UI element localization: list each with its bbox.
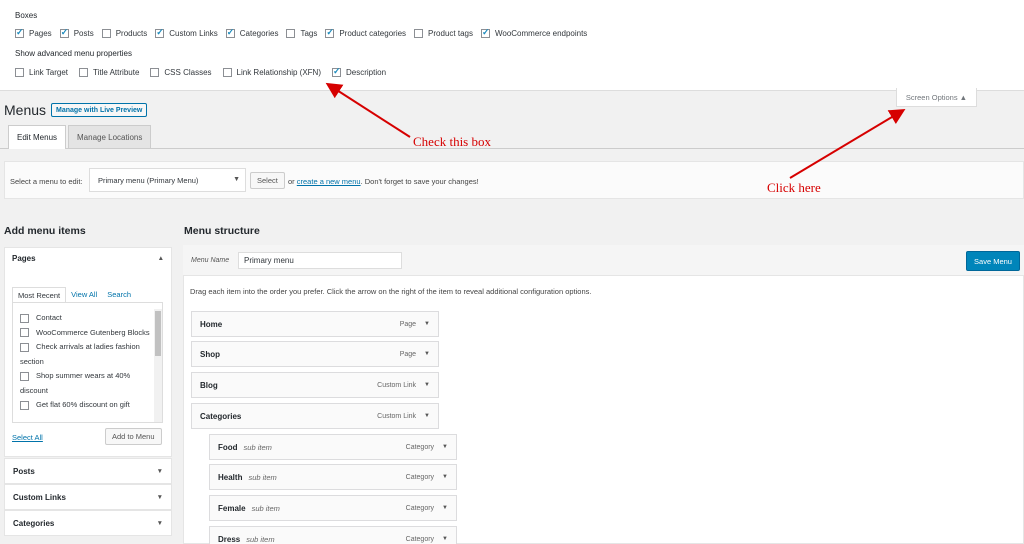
instructions-text: Drag each item into the order you prefer… [190, 287, 592, 296]
caret-down-icon[interactable]: ▼ [424, 413, 430, 419]
menu-structure-heading: Menu structure [184, 225, 260, 237]
caret-down-icon[interactable]: ▼ [442, 444, 448, 450]
caret-down-icon[interactable]: ▼ [442, 536, 448, 542]
posts-accordion[interactable]: Posts ▼ [4, 458, 172, 484]
caret-down-icon[interactable]: ▼ [442, 474, 448, 480]
caret-down-icon[interactable]: ▼ [424, 321, 430, 327]
scrollbar-thumb[interactable] [155, 311, 161, 356]
checkbox[interactable] [20, 400, 29, 410]
caret-down-icon[interactable]: ▼ [424, 382, 430, 388]
caret-down-icon[interactable]: ▼ [442, 505, 448, 511]
menu-item-dress[interactable]: Dress sub item Category ▼ [209, 526, 457, 544]
caret-down-icon: ▼ [156, 493, 163, 501]
save-menu-button[interactable]: Save Menu [966, 251, 1020, 271]
add-menu-items-heading: Add menu items [4, 225, 86, 237]
menu-item-home[interactable]: Home Page ▼ [191, 311, 439, 337]
list-item[interactable]: Get flat 60% discount on gift [13, 398, 153, 413]
caret-down-icon[interactable]: ▼ [424, 351, 430, 357]
menu-item-categories[interactable]: Categories Custom Link ▼ [191, 403, 439, 429]
list-item[interactable]: WooCommerce Gutenberg Blocks [13, 326, 153, 341]
pages-list: Contact WooCommerce Gutenberg Blocks Che… [12, 302, 163, 423]
menu-name-input[interactable]: Primary menu [238, 252, 402, 269]
list-item[interactable]: Check arrivals at ladies fashion section [13, 340, 153, 369]
custom-links-accordion[interactable]: Custom Links ▼ [4, 484, 172, 510]
annotation-check-box: Check this box [413, 134, 491, 149]
list-item[interactable]: Shop summer wears at 40% discount [13, 369, 153, 398]
checkbox[interactable] [20, 371, 29, 381]
select-all-link[interactable]: Select All [12, 433, 43, 442]
pages-accordion-header[interactable]: Pages ▲ [4, 248, 172, 268]
menu-item-health[interactable]: Health sub item Category ▼ [209, 464, 457, 490]
checkbox[interactable] [20, 342, 29, 352]
checkbox[interactable] [20, 313, 29, 323]
caret-down-icon: ▼ [156, 467, 163, 475]
caret-down-icon: ▼ [156, 519, 163, 527]
caret-up-icon: ▲ [157, 254, 164, 262]
menu-item-female[interactable]: Female sub item Category ▼ [209, 495, 457, 521]
arrow-to-description [325, 82, 411, 138]
menu-name-label: Menu Name [191, 257, 230, 264]
menu-item-food[interactable]: Food sub item Category ▼ [209, 434, 457, 460]
menu-item-blog[interactable]: Blog Custom Link ▼ [191, 372, 439, 398]
categories-accordion[interactable]: Categories ▼ [4, 510, 172, 536]
list-item[interactable]: Contact [13, 311, 153, 326]
checkbox[interactable] [20, 328, 29, 338]
menu-item-shop[interactable]: Shop Page ▼ [191, 341, 439, 367]
add-to-menu-button[interactable]: Add to Menu [105, 428, 162, 445]
annotation-click-here: Click here [767, 180, 821, 195]
arrow-to-screen-options [789, 108, 906, 179]
